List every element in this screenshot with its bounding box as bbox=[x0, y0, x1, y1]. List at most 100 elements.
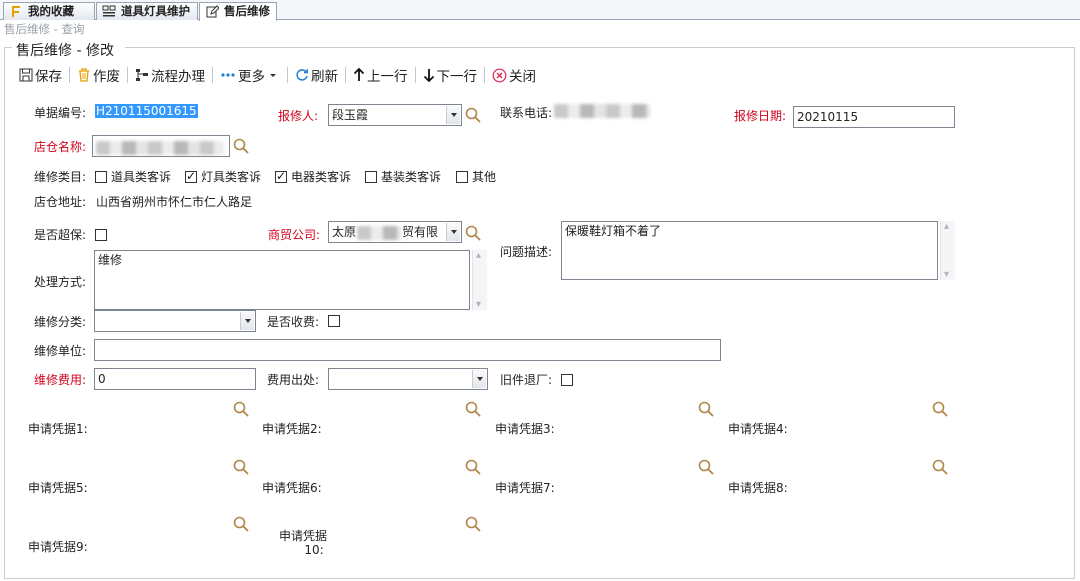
search-icon[interactable] bbox=[465, 516, 481, 532]
close-button[interactable]: 关闭 bbox=[489, 64, 539, 86]
phone-value-redacted[interactable] bbox=[554, 103, 650, 119]
search-icon[interactable] bbox=[465, 459, 481, 475]
tab-after-sales-repair[interactable]: 售后维修 bbox=[199, 2, 277, 21]
repair-fee-input[interactable]: 0 bbox=[94, 368, 256, 390]
toolbar-divider bbox=[345, 67, 346, 83]
dropdown-button[interactable] bbox=[446, 223, 460, 241]
repair-category-select[interactable] bbox=[94, 310, 256, 332]
repair-type-option-label[interactable]: 基装类客诉 bbox=[381, 168, 441, 185]
over-warranty-checkbox[interactable] bbox=[95, 229, 107, 241]
repair-type-checkbox[interactable] bbox=[275, 169, 287, 183]
voucher-label: 申请凭据2: bbox=[262, 422, 322, 436]
repair-fee-label: 维修费用: bbox=[34, 373, 87, 387]
next-row-label: 下一行 bbox=[436, 69, 478, 85]
favorites-icon bbox=[9, 4, 23, 18]
problem-textarea[interactable]: 保暖鞋灯箱不着了 bbox=[561, 221, 938, 280]
toolbar-divider bbox=[414, 67, 416, 83]
voucher-10-label: 申请凭据 10: bbox=[279, 529, 327, 557]
reporter-label: 报修人: bbox=[278, 109, 319, 123]
tab-favorites[interactable]: 我的收藏 bbox=[3, 2, 95, 20]
dropdown-button[interactable] bbox=[446, 106, 460, 124]
search-icon[interactable] bbox=[233, 401, 249, 417]
search-icon[interactable] bbox=[465, 225, 481, 241]
problem-label: 问题描述: bbox=[500, 245, 553, 259]
voucher-label: 申请凭据6: bbox=[262, 481, 322, 495]
search-icon[interactable] bbox=[932, 401, 948, 417]
scrollbar[interactable] bbox=[940, 221, 955, 280]
void-button[interactable]: 作废 bbox=[74, 64, 123, 86]
arrow-up-icon bbox=[353, 68, 365, 81]
handling-textarea[interactable]: 维修 bbox=[94, 250, 470, 310]
repair-type-checkbox[interactable] bbox=[185, 169, 197, 183]
toolbar-divider bbox=[287, 67, 288, 83]
process-label: 流程办理 bbox=[151, 69, 205, 85]
reporter-select[interactable]: 段玉霞 bbox=[328, 104, 462, 126]
workflow-icon bbox=[136, 69, 148, 81]
grid-icon bbox=[102, 4, 116, 18]
voucher-label: 申请凭据8: bbox=[728, 481, 788, 495]
toolbar-divider bbox=[127, 67, 128, 83]
repair-type-checkbox[interactable] bbox=[95, 171, 107, 183]
repair-type-option-label[interactable]: 灯具类客诉 bbox=[201, 168, 261, 185]
more-label: 更多 bbox=[238, 69, 265, 85]
dropdown-button[interactable] bbox=[472, 370, 486, 388]
store-address-value: 山西省朔州市怀仁市仁人路足 bbox=[96, 195, 253, 209]
voucher-label: 申请凭据1: bbox=[28, 422, 88, 436]
search-icon[interactable] bbox=[698, 459, 714, 475]
doc-no-value[interactable]: H210115001615 bbox=[95, 104, 198, 118]
trade-company-select[interactable]: 太原 贸有限 bbox=[328, 221, 462, 243]
page-title: 售后维修 - 修改 bbox=[12, 40, 118, 60]
toolbar-divider bbox=[484, 67, 485, 83]
report-date-input[interactable]: 20210115 bbox=[793, 106, 955, 128]
search-icon[interactable] bbox=[698, 401, 714, 417]
voucher-label: 申请凭据4: bbox=[728, 422, 788, 436]
void-label: 作废 bbox=[93, 69, 120, 85]
chevron-down-icon bbox=[270, 74, 276, 77]
scrollbar[interactable] bbox=[472, 250, 487, 310]
repair-type-option-label[interactable]: 电器类客诉 bbox=[291, 168, 351, 185]
search-icon[interactable] bbox=[233, 459, 249, 475]
search-icon[interactable] bbox=[932, 459, 948, 475]
voucher-label: 申请凭据3: bbox=[495, 422, 555, 436]
tab-label: 售后维修 bbox=[224, 4, 270, 18]
tab-label: 我的收藏 bbox=[28, 4, 74, 18]
refresh-label: 刷新 bbox=[311, 69, 338, 85]
repair-unit-input[interactable] bbox=[94, 339, 721, 361]
voucher-label: 申请凭据5: bbox=[28, 481, 88, 495]
old-return-label: 旧件退厂: bbox=[500, 373, 553, 387]
voucher-10-line1: 申请凭据 bbox=[279, 529, 328, 543]
repair-type-checkbox[interactable] bbox=[456, 171, 468, 183]
toolbar-divider bbox=[69, 67, 70, 83]
dropdown-button[interactable] bbox=[240, 312, 254, 330]
save-icon bbox=[19, 68, 33, 82]
tab-label: 道具灯具维护 bbox=[121, 4, 190, 18]
refresh-button[interactable]: 刷新 bbox=[292, 64, 341, 86]
repair-type-label: 维修类目: bbox=[34, 170, 87, 184]
prev-row-label: 上一行 bbox=[367, 69, 408, 85]
phone-label: 联系电话: bbox=[500, 106, 553, 120]
fee-source-select[interactable] bbox=[328, 368, 488, 390]
breadcrumb[interactable]: 售后维修 - 查询 bbox=[4, 21, 84, 37]
tab-bar: 我的收藏 道具灯具维护 售后维修 bbox=[0, 0, 1080, 21]
save-button[interactable]: 保存 bbox=[16, 64, 65, 86]
next-row-button[interactable]: 下一行 bbox=[420, 64, 481, 86]
repair-type-checkbox[interactable] bbox=[365, 171, 377, 183]
process-button[interactable]: 流程办理 bbox=[132, 64, 208, 86]
store-name-input[interactable] bbox=[92, 135, 230, 157]
search-icon[interactable] bbox=[465, 401, 481, 417]
toolbar: 保存 作废 流程办理 更多 刷新 上一行 下一行 关闭 bbox=[16, 64, 539, 86]
trash-icon bbox=[79, 68, 89, 82]
repair-type-option-label[interactable]: 道具类客诉 bbox=[111, 168, 171, 185]
more-button[interactable]: 更多 bbox=[217, 64, 283, 86]
close-circle-icon bbox=[492, 68, 507, 82]
search-icon[interactable] bbox=[233, 516, 249, 532]
old-return-checkbox[interactable] bbox=[561, 374, 573, 386]
charged-checkbox[interactable] bbox=[328, 315, 340, 327]
search-icon[interactable] bbox=[465, 107, 481, 123]
fee-source-label: 费用出处: bbox=[267, 373, 320, 387]
repair-type-option-label[interactable]: 其他 bbox=[472, 168, 496, 185]
edit-icon bbox=[205, 4, 219, 18]
search-icon[interactable] bbox=[233, 138, 249, 154]
prev-row-button[interactable]: 上一行 bbox=[350, 64, 411, 86]
tab-prop-light-maintenance[interactable]: 道具灯具维护 bbox=[96, 2, 198, 20]
